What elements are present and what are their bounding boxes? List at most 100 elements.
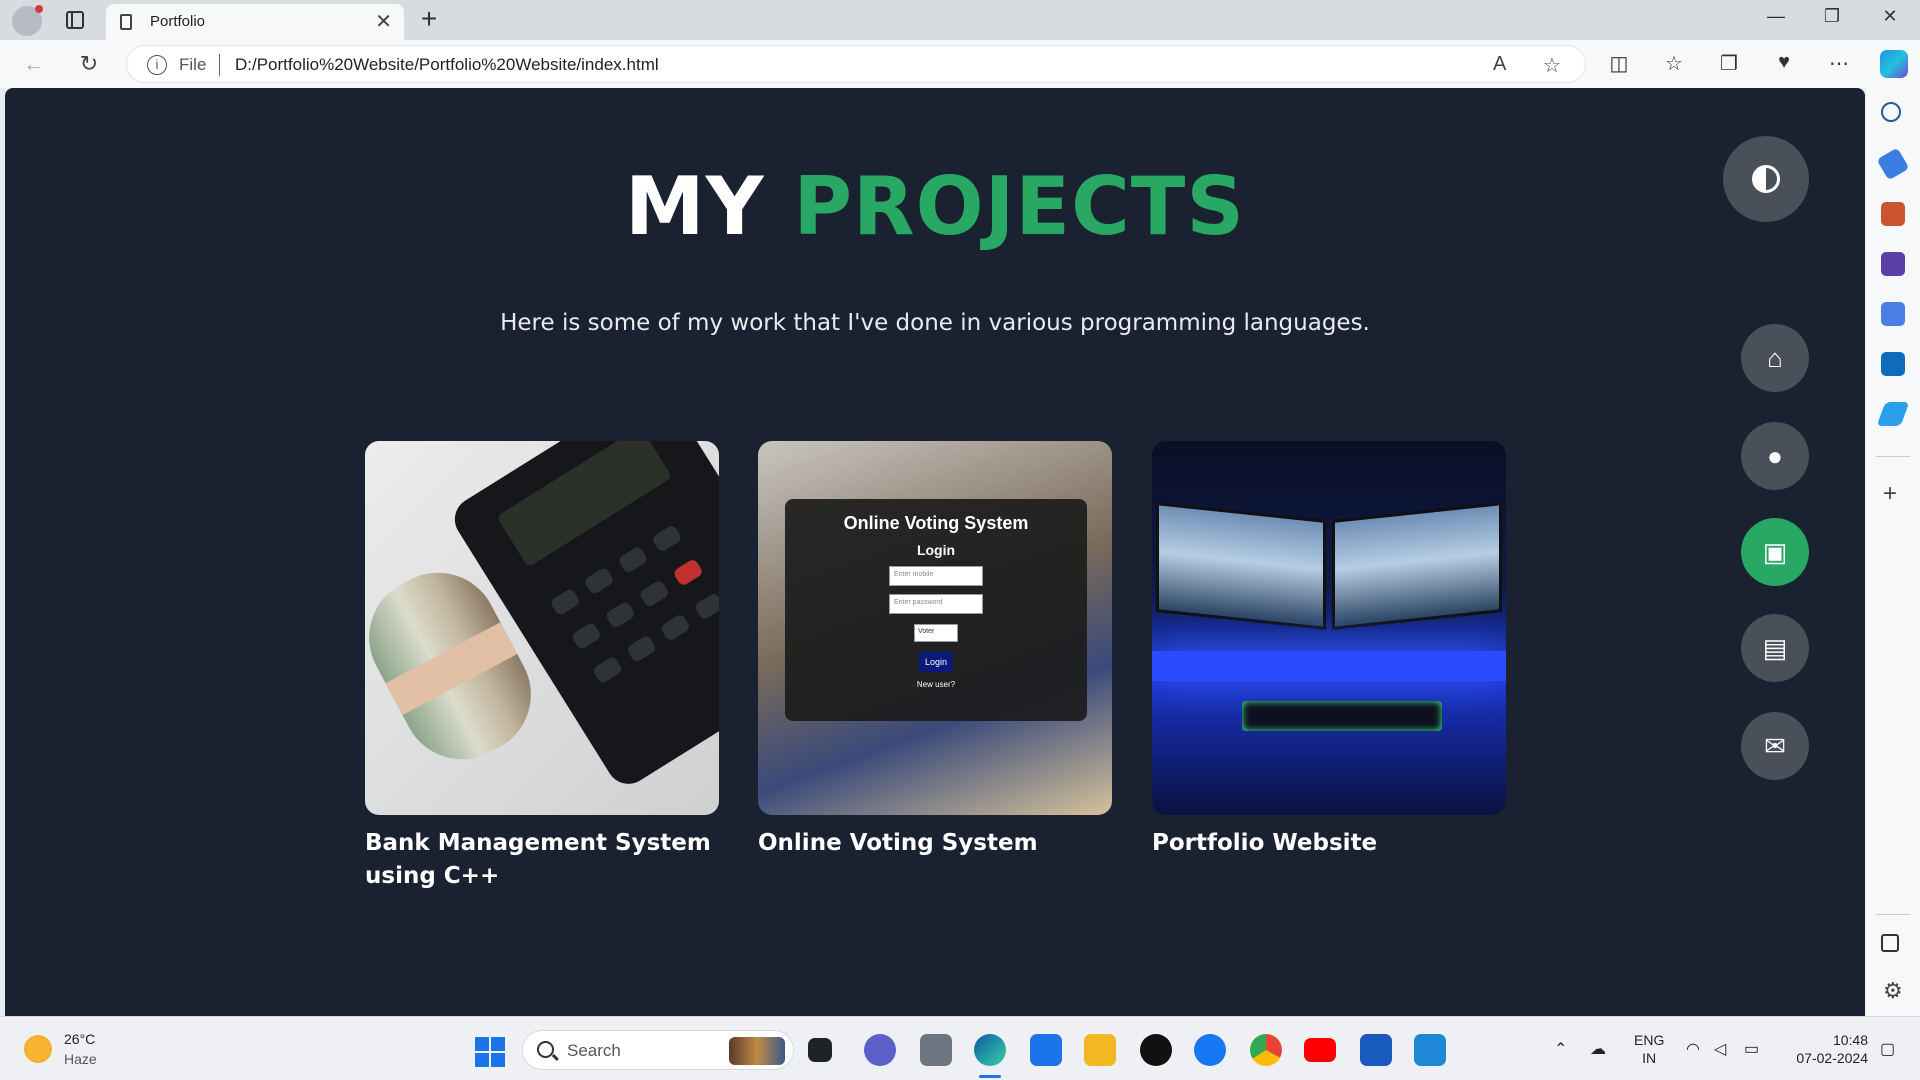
show-hidden-icons-chevron-icon[interactable]: ⌃: [1554, 1039, 1567, 1059]
project-card-voting[interactable]: Online Voting System Login Enter mobile …: [758, 441, 1112, 860]
new-user-text: New user?: [916, 680, 956, 689]
weather-condition[interactable]: Haze: [64, 1051, 97, 1067]
volume-icon[interactable]: ◁: [1714, 1039, 1726, 1059]
tab-close-button[interactable]: ✕: [375, 9, 392, 34]
facebook-icon[interactable]: [1194, 1034, 1226, 1066]
browser-essentials-icon[interactable]: ♥: [1769, 51, 1799, 74]
tab-bar: Portfolio ✕ + — ❐ ✕: [0, 0, 1920, 40]
title-word-my: MY: [625, 160, 765, 253]
project-title[interactable]: Online Voting System: [758, 827, 1112, 860]
read-aloud-icon[interactable]: A: [1493, 53, 1506, 76]
settings-gear-icon[interactable]: ⚙: [1883, 978, 1903, 1004]
minimize-button[interactable]: —: [1756, 6, 1796, 27]
project-card-portfolio[interactable]: Portfolio Website: [1152, 441, 1506, 860]
sidebar-divider-bottom: [1876, 914, 1910, 915]
password-field: Enter password: [889, 594, 983, 614]
calc-key: [583, 566, 615, 596]
edge-sidebar: + ⚙: [1866, 88, 1920, 1016]
microsoft-365-icon[interactable]: [1881, 302, 1905, 326]
nav-contact-button[interactable]: ✉: [1741, 712, 1809, 780]
language-code: ENG: [1634, 1032, 1665, 1048]
favorites-icon[interactable]: ☆: [1659, 51, 1689, 76]
page-icon: [120, 14, 132, 30]
calc-key: [693, 591, 719, 621]
clock-date: 07-02-2024: [1796, 1050, 1868, 1066]
url-text[interactable]: D:/Portfolio%20Website/Portfolio%20Websi…: [235, 55, 659, 75]
file-explorer-icon[interactable]: [1084, 1034, 1116, 1066]
word-icon[interactable]: [1360, 1034, 1392, 1066]
dual-monitor-image: [1152, 441, 1506, 815]
language-indicator[interactable]: ENG IN: [1634, 1031, 1664, 1067]
send-icon[interactable]: [1876, 402, 1910, 426]
printer-app-icon[interactable]: [920, 1034, 952, 1066]
copilot-icon[interactable]: [1880, 50, 1908, 78]
nav-home-button[interactable]: ⌂: [1741, 324, 1809, 392]
address-bar[interactable]: i File D:/Portfolio%20Website/Portfolio%…: [126, 45, 1586, 83]
project-card-bank[interactable]: Bank Management System using C++: [365, 441, 719, 893]
close-window-button[interactable]: ✕: [1870, 6, 1910, 27]
teams-chat-icon[interactable]: [864, 1034, 896, 1066]
outlook-icon[interactable]: [1881, 352, 1905, 376]
project-title[interactable]: Portfolio Website: [1152, 827, 1506, 860]
address-scheme: File: [179, 55, 207, 74]
tools-icon[interactable]: [1881, 202, 1905, 226]
tab-actions-icon[interactable]: [66, 11, 84, 29]
new-tab-button[interactable]: +: [414, 3, 444, 35]
chrome-icon[interactable]: [1250, 1034, 1282, 1066]
theme-toggle-button[interactable]: [1723, 136, 1809, 222]
desk-light-shape: [1152, 651, 1506, 681]
contrast-icon: [1752, 165, 1780, 193]
sidebar-divider: [1876, 456, 1910, 457]
vscode-icon[interactable]: [1414, 1034, 1446, 1066]
calc-key: [549, 587, 581, 617]
more-options-icon[interactable]: ⋯: [1824, 51, 1854, 76]
task-view-icon[interactable]: [808, 1038, 832, 1062]
info-icon[interactable]: i: [147, 55, 167, 75]
project-title[interactable]: Bank Management System using C++: [365, 827, 719, 893]
address-separator: [219, 54, 220, 76]
split-screen-icon[interactable]: ◫: [1604, 51, 1634, 76]
back-button[interactable]: ←: [18, 48, 50, 80]
taskbar-search[interactable]: Search: [522, 1030, 794, 1070]
nav-about-button[interactable]: ●: [1741, 422, 1809, 490]
shopping-tag-icon[interactable]: [1876, 147, 1910, 181]
search-placeholder: Search: [567, 1041, 621, 1060]
sidebar-search-icon[interactable]: [1881, 102, 1901, 122]
collections-icon[interactable]: ❐: [1714, 51, 1744, 76]
envelope-icon: ✉: [1764, 731, 1786, 761]
edge-browser-icon[interactable]: [974, 1034, 1006, 1066]
system-clock[interactable]: 10:48 07-02-2024: [1788, 1031, 1868, 1067]
start-button[interactable]: [475, 1037, 505, 1067]
mail-icon[interactable]: [1030, 1034, 1062, 1066]
notifications-icon[interactable]: ▢: [1880, 1039, 1895, 1059]
search-highlight-image: [729, 1037, 785, 1065]
voting-login-panel: Online Voting System Login Enter mobile …: [785, 499, 1087, 721]
calculator-cash-image: [365, 441, 719, 815]
restore-button[interactable]: ❐: [1812, 6, 1852, 27]
nav-portfolio-button[interactable]: ▣: [1741, 518, 1809, 586]
taskbar: 26°C Haze Search ⌃ ☁ ENG IN ◠ ◁ ▭ 10:48 …: [0, 1016, 1920, 1080]
favorite-star-icon[interactable]: ☆: [1543, 53, 1561, 78]
hide-sidebar-icon[interactable]: [1881, 934, 1899, 952]
battery-icon[interactable]: ▭: [1744, 1039, 1759, 1059]
tab-portfolio[interactable]: Portfolio ✕: [106, 4, 404, 40]
refresh-button[interactable]: ↻: [73, 48, 105, 80]
profile-avatar-icon[interactable]: [12, 5, 43, 36]
user-icon: ●: [1767, 441, 1783, 471]
weather-haze-icon[interactable]: [24, 1035, 52, 1063]
tab-title: Portfolio: [150, 13, 206, 30]
games-icon[interactable]: [1881, 252, 1905, 276]
wifi-icon[interactable]: ◠: [1686, 1039, 1700, 1059]
weather-temperature[interactable]: 26°C: [64, 1031, 95, 1047]
nav-blog-button[interactable]: ▤: [1741, 614, 1809, 682]
calc-key: [591, 655, 624, 685]
dell-icon[interactable]: [1140, 1034, 1172, 1066]
active-app-indicator: [979, 1075, 1001, 1078]
calc-key: [570, 621, 603, 651]
calc-key: [625, 634, 658, 664]
onedrive-icon[interactable]: ☁: [1590, 1039, 1606, 1059]
youtube-icon[interactable]: [1304, 1038, 1336, 1062]
add-sidebar-app-icon[interactable]: +: [1883, 480, 1897, 508]
voting-panel-title: Online Voting System: [843, 513, 1029, 533]
home-icon: ⌂: [1767, 343, 1783, 373]
